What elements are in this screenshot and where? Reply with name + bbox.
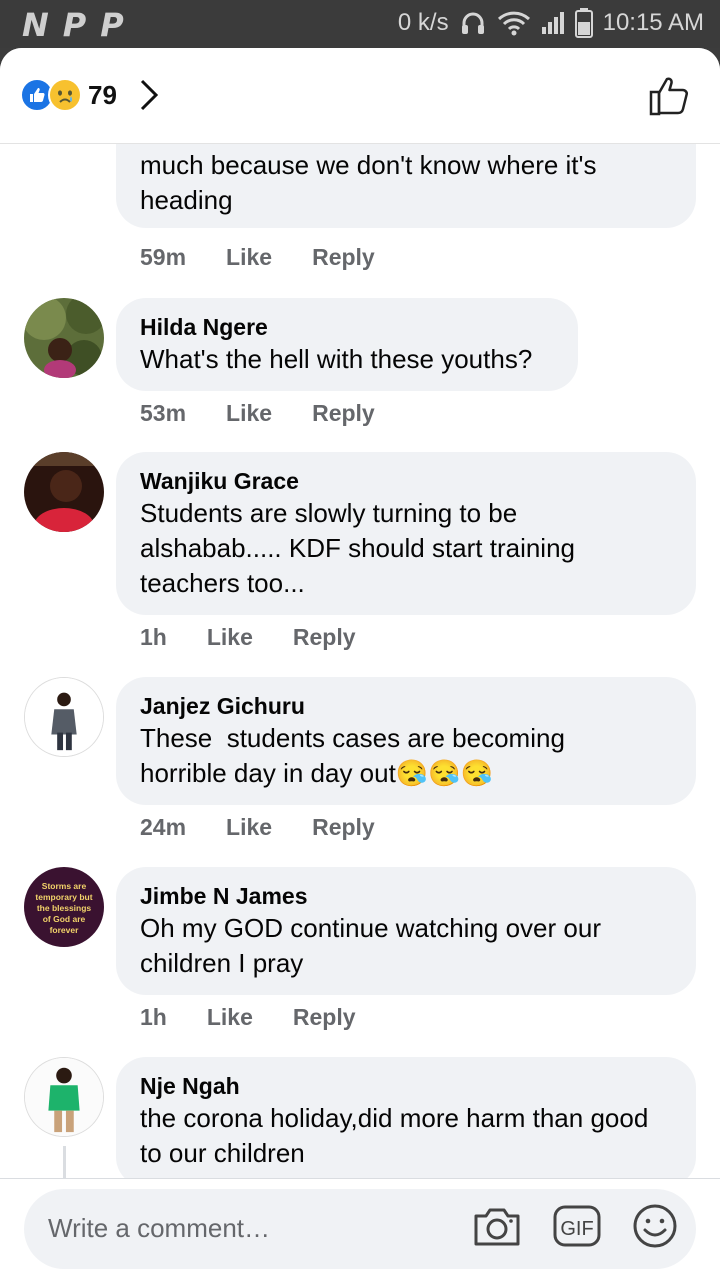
like-comment-button[interactable]: Like: [207, 1004, 253, 1031]
comment-time: 1h: [140, 1004, 167, 1030]
comment-author[interactable]: Jimbe N James: [140, 881, 672, 911]
avatar[interactable]: [24, 452, 104, 532]
comment-text: Students are slowly turning to be alshab…: [140, 498, 576, 598]
reactions-header: 79: [0, 48, 720, 144]
network-speed: 0 k/s: [397, 9, 449, 36]
comment-text: the corona holiday,did more harm than go…: [140, 1103, 649, 1168]
avatar[interactable]: [24, 677, 104, 757]
notification-icons: N P P: [22, 6, 124, 44]
chevron-right-icon[interactable]: [139, 78, 159, 112]
sad-reaction-icon: [48, 78, 82, 112]
avatar[interactable]: [24, 1057, 104, 1137]
like-comment-button[interactable]: Like: [226, 400, 272, 427]
comment-list: much because we don't know where it's he…: [0, 48, 720, 1187]
comment-author[interactable]: Janjez Gichuru: [140, 691, 672, 721]
comment-bubble[interactable]: Wanjiku Grace Students are slowly turnin…: [116, 452, 696, 615]
reaction-count: 79: [88, 79, 117, 110]
gif-icon[interactable]: GIF: [552, 1204, 602, 1248]
comment-actions: 59m Like Reply: [140, 244, 375, 271]
thread-line: [63, 1146, 66, 1180]
comment-placeholder: Write a comment…: [48, 1213, 271, 1243]
comment-time: 24m: [140, 814, 187, 840]
like-comment-button[interactable]: Like: [207, 624, 253, 651]
reply-comment-button[interactable]: Reply: [293, 1004, 356, 1031]
like-comment-button[interactable]: Like: [226, 244, 272, 271]
reply-comment-button[interactable]: Reply: [312, 400, 375, 427]
reply-comment-button[interactable]: Reply: [312, 244, 375, 271]
comment-author[interactable]: Hilda Ngere: [140, 312, 554, 342]
comment-time: 1h: [140, 624, 167, 650]
comment-bubble[interactable]: Hilda Ngere What's the hell with these y…: [116, 298, 578, 391]
avatar[interactable]: [24, 298, 104, 378]
comment-text: Oh my GOD continue watching over our chi…: [140, 913, 601, 978]
comment-text: What's the hell with these youths?: [140, 344, 533, 374]
reply-comment-button[interactable]: Reply: [312, 814, 375, 841]
comment-author[interactable]: Nje Ngah: [140, 1071, 672, 1101]
comment-actions: 1h Like Reply: [140, 1004, 356, 1031]
like-post-button[interactable]: [648, 74, 692, 118]
avatar[interactable]: Storms are temporary but the blessings o…: [24, 867, 104, 947]
emoji-icon[interactable]: [632, 1203, 678, 1249]
comment-actions: 24m Like Reply: [140, 814, 375, 841]
comment-text: These students cases are becoming horrib…: [140, 723, 565, 788]
status-bar: N P P 0 k/s 10:15 AM: [0, 0, 720, 48]
p-icon: P: [62, 6, 87, 44]
headset-icon: [461, 12, 484, 34]
avatar-quote: Storms are temporary but the blessings o…: [35, 881, 93, 935]
reply-comment-button[interactable]: Reply: [293, 624, 356, 651]
battery-icon: [574, 8, 593, 38]
clock: 10:15 AM: [602, 9, 704, 36]
like-comment-button[interactable]: Like: [226, 814, 272, 841]
signal-icon: [541, 12, 564, 34]
comment-author[interactable]: Wanjiku Grace: [140, 466, 672, 496]
comment-bubble[interactable]: Jimbe N James Oh my GOD continue watchin…: [116, 867, 696, 995]
comment-bubble[interactable]: Nje Ngah the corona holiday,did more har…: [116, 1057, 696, 1187]
comment-bubble[interactable]: Janjez Gichuru These students cases are …: [116, 677, 696, 805]
comments-sheet: 79 much because we don't know where it's…: [0, 48, 720, 1280]
comment-time: 59m: [140, 244, 187, 270]
comment-text: much because we don't know where it's he…: [140, 150, 597, 215]
wifi-icon: [497, 11, 530, 36]
comment-actions: 53m Like Reply: [140, 400, 375, 427]
comment-input[interactable]: Write a comment… GIF: [24, 1189, 696, 1269]
gif-label: GIF: [560, 1218, 593, 1240]
p-icon: P: [100, 6, 124, 44]
comment-time: 53m: [140, 400, 187, 426]
n-icon: N: [22, 6, 49, 44]
comment-composer: Write a comment… GIF: [0, 1178, 720, 1280]
camera-icon[interactable]: [472, 1204, 522, 1248]
comment-actions: 1h Like Reply: [140, 624, 356, 651]
reactions-summary[interactable]: 79: [20, 78, 159, 112]
